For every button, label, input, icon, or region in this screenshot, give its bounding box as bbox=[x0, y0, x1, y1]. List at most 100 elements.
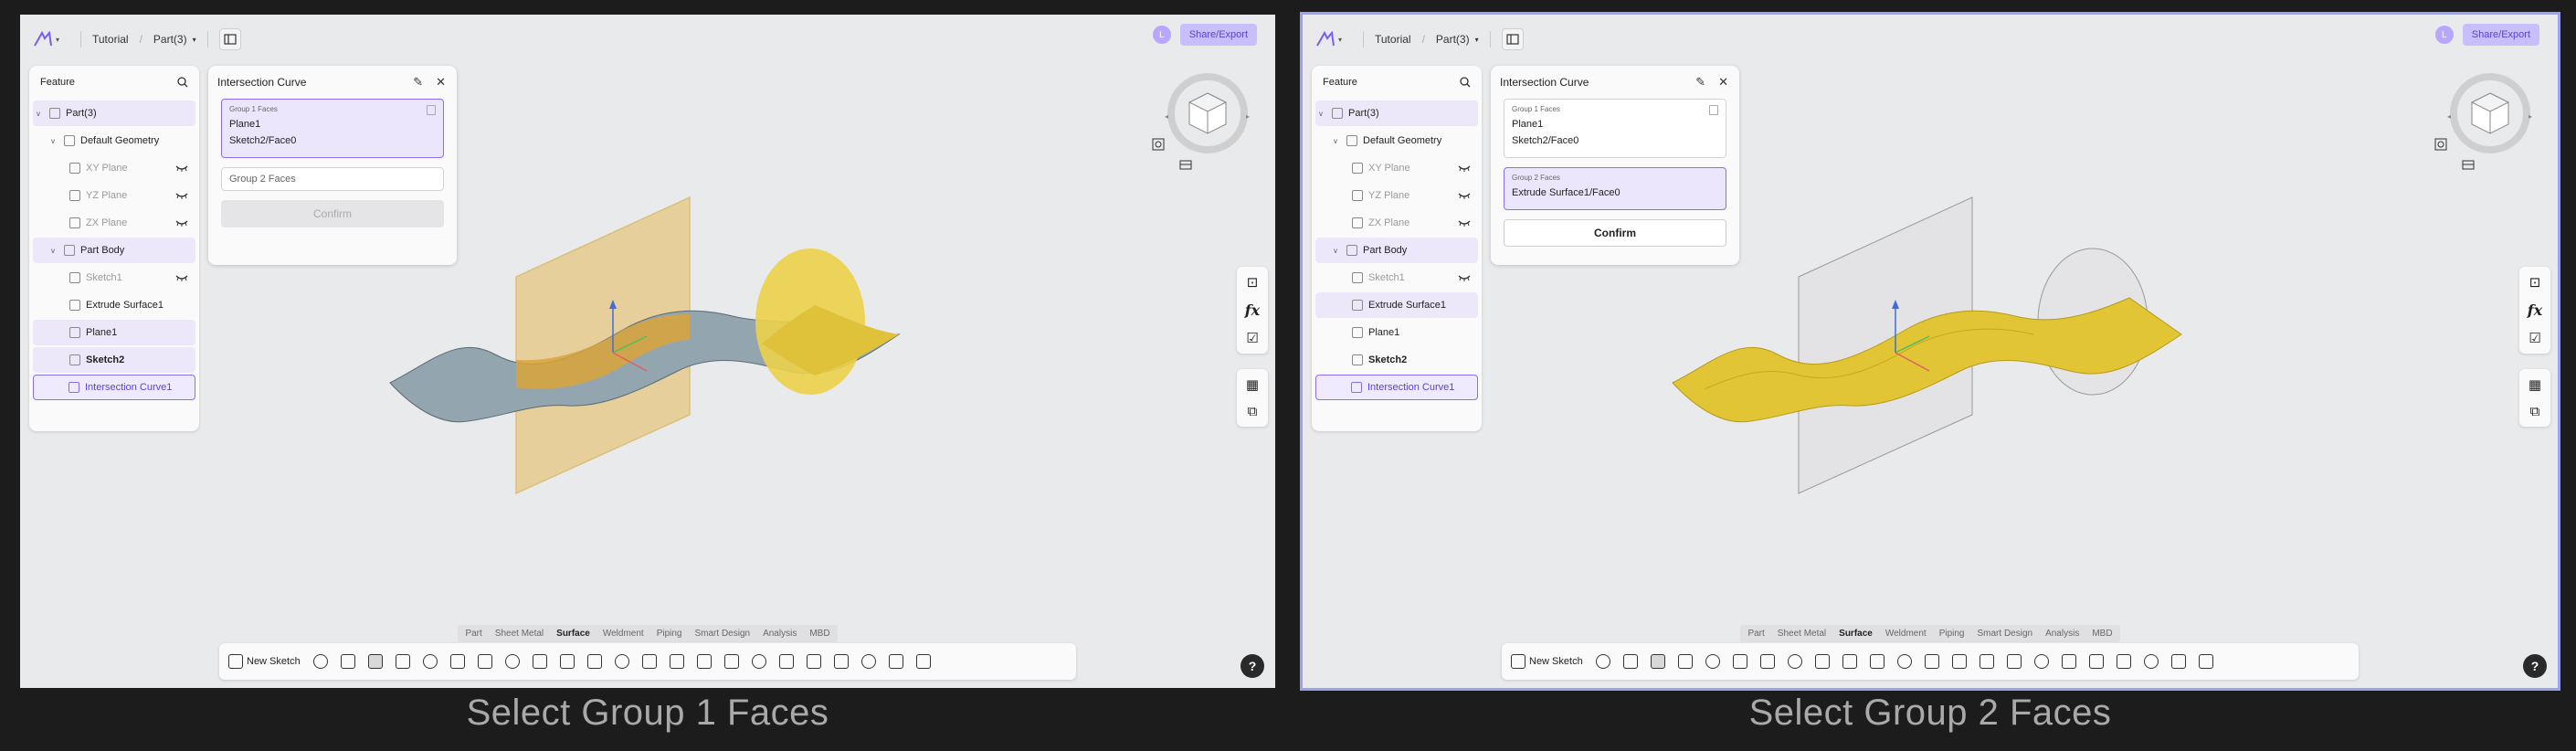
group2-faces-field[interactable]: Group 2 Faces bbox=[221, 167, 444, 191]
tab-sheet-metal[interactable]: Sheet Metal bbox=[1778, 629, 1826, 639]
extend-surface-icon[interactable] bbox=[696, 654, 712, 669]
group1-item[interactable]: Plane1 bbox=[229, 119, 436, 130]
eye-closed-icon[interactable] bbox=[1458, 191, 1471, 202]
tab-weldment[interactable]: Weldment bbox=[603, 629, 644, 639]
help-button[interactable]: ? bbox=[2523, 654, 2547, 678]
intersection-curve-tool-icon[interactable] bbox=[367, 654, 383, 669]
fillet-icon[interactable] bbox=[2143, 654, 2159, 669]
group2-item[interactable]: Extrude Surface1/Face0 bbox=[1512, 187, 1718, 198]
display-mode-icon[interactable] bbox=[1178, 159, 1193, 172]
group1-item[interactable]: Sketch2/Face0 bbox=[229, 135, 436, 146]
loft-surface-icon[interactable] bbox=[559, 654, 575, 669]
trim-surface-icon[interactable] bbox=[1951, 654, 1967, 669]
tree-item-yz-plane[interactable]: YZ Plane bbox=[1315, 183, 1478, 208]
breadcrumb-tutorial[interactable]: Tutorial bbox=[1375, 33, 1411, 46]
tree-item-sketch2[interactable]: Sketch2 bbox=[33, 347, 195, 373]
group1-faces-field[interactable]: Group 1 Faces Plane1 Sketch2/Face0 bbox=[1504, 99, 1726, 158]
tree-item-sketch1[interactable]: Sketch1 bbox=[33, 265, 195, 291]
eye-closed-icon[interactable] bbox=[175, 164, 188, 175]
tab-surface[interactable]: Surface bbox=[1839, 629, 1873, 639]
tree-item-extrude-surface1[interactable]: Extrude Surface1 bbox=[33, 292, 195, 318]
more-tools-icon[interactable] bbox=[2198, 654, 2213, 669]
avatar[interactable]: L bbox=[2434, 26, 2454, 44]
ruled-surface-icon[interactable] bbox=[1924, 654, 1939, 669]
formula-icon[interactable]: fx bbox=[1245, 301, 1260, 319]
tab-surface[interactable]: Surface bbox=[556, 629, 590, 639]
tree-item-plane1[interactable]: Plane1 bbox=[33, 320, 195, 345]
new-sketch-icon[interactable] bbox=[228, 654, 243, 669]
extrude-surface-tool-icon[interactable] bbox=[477, 654, 492, 669]
eye-closed-icon[interactable] bbox=[1458, 218, 1471, 229]
tree-item-part[interactable]: v Part(3) bbox=[1315, 100, 1478, 126]
tree-item-sketch2[interactable]: Sketch2 bbox=[1315, 347, 1478, 373]
point-icon[interactable] bbox=[312, 654, 328, 669]
eye-closed-icon[interactable] bbox=[175, 191, 188, 202]
share-export-button[interactable]: Share/Export bbox=[2462, 24, 2539, 46]
delete-face-icon[interactable] bbox=[778, 654, 794, 669]
trim-surface-icon[interactable] bbox=[669, 654, 684, 669]
avatar[interactable]: L bbox=[1152, 26, 1171, 44]
tab-mbd[interactable]: MBD bbox=[809, 629, 829, 639]
copy-icon[interactable]: ⧉ bbox=[1248, 404, 1258, 419]
ruled-surface-icon[interactable] bbox=[641, 654, 657, 669]
tree-item-extrude-surface1[interactable]: Extrude Surface1 bbox=[1315, 292, 1478, 318]
fit-view-icon[interactable] bbox=[1151, 137, 1166, 152]
help-button[interactable]: ? bbox=[1240, 654, 1264, 678]
table-icon[interactable]: ▦ bbox=[1246, 376, 1259, 393]
tab-sheet-metal[interactable]: Sheet Metal bbox=[495, 629, 544, 639]
tree-item-part-body[interactable]: v Part Body bbox=[33, 238, 195, 263]
pin-icon[interactable]: ✎ bbox=[1695, 75, 1705, 90]
breadcrumb-tutorial[interactable]: Tutorial bbox=[92, 33, 129, 46]
tab-part[interactable]: Part bbox=[1747, 629, 1764, 639]
formula-icon[interactable]: fx bbox=[2528, 301, 2542, 319]
pin-icon[interactable]: ✎ bbox=[413, 75, 423, 90]
offset-surface-icon[interactable] bbox=[1869, 654, 1884, 669]
breadcrumb-part[interactable]: Part(3) ▾ bbox=[1436, 33, 1479, 46]
sweep-surface-icon[interactable] bbox=[1814, 654, 1830, 669]
tab-mbd[interactable]: MBD bbox=[2092, 629, 2112, 639]
fill-surface-icon[interactable] bbox=[614, 654, 629, 669]
eye-closed-icon[interactable] bbox=[175, 218, 188, 229]
eye-closed-icon[interactable] bbox=[1458, 273, 1471, 284]
trash-icon[interactable] bbox=[1709, 105, 1718, 115]
tree-item-part-body[interactable]: v Part Body bbox=[1315, 238, 1478, 263]
eye-closed-icon[interactable] bbox=[175, 273, 188, 284]
spline-icon[interactable] bbox=[1732, 654, 1747, 669]
split-curve-icon[interactable] bbox=[1705, 654, 1720, 669]
sidebar-toggle-icon[interactable] bbox=[218, 28, 241, 50]
tree-item-part[interactable]: v Part(3) bbox=[33, 100, 195, 126]
tree-item-sketch1[interactable]: Sketch1 bbox=[1315, 265, 1478, 291]
curve-icon[interactable] bbox=[1622, 654, 1638, 669]
share-export-button[interactable]: Share/Export bbox=[1179, 24, 1257, 46]
chamfer-icon[interactable] bbox=[2170, 654, 2186, 669]
sidebar-toggle-icon[interactable] bbox=[1501, 28, 1524, 50]
search-icon[interactable] bbox=[177, 77, 188, 88]
spline-icon[interactable] bbox=[449, 654, 465, 669]
measure-icon[interactable]: ⊡ bbox=[1247, 274, 1259, 291]
tree-item-zx-plane[interactable]: ZX Plane bbox=[33, 210, 195, 236]
knit-surface-icon[interactable] bbox=[2006, 654, 2022, 669]
move-face-icon[interactable] bbox=[833, 654, 849, 669]
move-face-icon[interactable] bbox=[2116, 654, 2131, 669]
tree-item-default-geometry[interactable]: v Default Geometry bbox=[1315, 128, 1478, 153]
fill-surface-icon[interactable] bbox=[1896, 654, 1912, 669]
projection-curve-icon[interactable] bbox=[395, 654, 410, 669]
tree-item-xy-plane[interactable]: XY Plane bbox=[1315, 155, 1478, 181]
split-curve-icon[interactable] bbox=[422, 654, 438, 669]
trash-icon[interactable] bbox=[427, 105, 436, 115]
intersection-curve-tool-icon[interactable] bbox=[1650, 654, 1665, 669]
app-logo-icon[interactable]: ▾ bbox=[33, 27, 69, 51]
group1-faces-field[interactable]: Group 1 Faces Plane1 Sketch2/Face0 bbox=[221, 99, 444, 158]
knit-surface-icon[interactable] bbox=[723, 654, 739, 669]
offset-surface-icon[interactable] bbox=[586, 654, 602, 669]
confirm-button[interactable]: Confirm bbox=[221, 200, 444, 227]
tree-item-default-geometry[interactable]: v Default Geometry bbox=[33, 128, 195, 153]
projection-curve-icon[interactable] bbox=[1677, 654, 1693, 669]
tree-item-yz-plane[interactable]: YZ Plane bbox=[33, 183, 195, 208]
confirm-button[interactable]: Confirm bbox=[1504, 219, 1726, 247]
tree-item-plane1[interactable]: Plane1 bbox=[1315, 320, 1478, 345]
view-cube[interactable]: ◂ ▸ bbox=[2433, 73, 2543, 183]
tree-item-zx-plane[interactable]: ZX Plane bbox=[1315, 210, 1478, 236]
tab-smart-design[interactable]: Smart Design bbox=[1978, 629, 2033, 639]
tab-analysis[interactable]: Analysis bbox=[763, 629, 797, 639]
